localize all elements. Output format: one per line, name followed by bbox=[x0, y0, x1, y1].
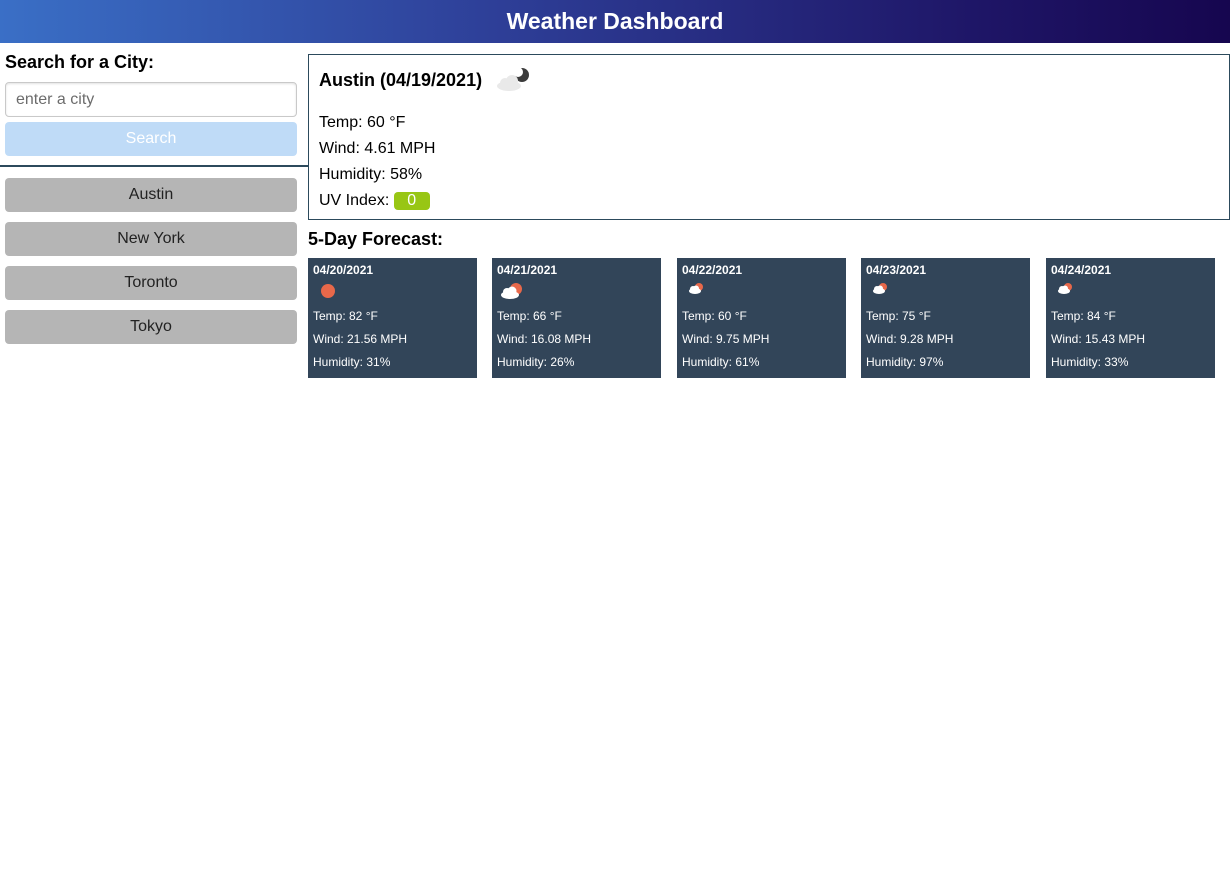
search-heading: Search for a City: bbox=[5, 52, 155, 72]
forecast-temp: Temp: 84 °F bbox=[1051, 309, 1116, 323]
current-wind: Wind: 4.61 MPH bbox=[319, 140, 436, 157]
history-city-austin[interactable]: Austin bbox=[5, 178, 297, 212]
current-humidity: Humidity: 58% bbox=[319, 166, 423, 183]
forecast-date: 04/22/2021 bbox=[682, 263, 743, 277]
current-temp: Temp: 60 °F bbox=[319, 114, 406, 131]
partly-cloudy-icon bbox=[501, 283, 522, 299]
forecast-wind: Wind: 16.08 MPH bbox=[497, 332, 592, 346]
uv-index-badge: 0 bbox=[393, 192, 430, 210]
forecast-temp: Temp: 82 °F bbox=[313, 309, 378, 323]
forecast-heading: 5-Day Forecast: bbox=[308, 229, 444, 249]
night-cloud-icon bbox=[497, 67, 529, 91]
forecast-date: 04/20/2021 bbox=[313, 263, 374, 277]
forecast-date: 04/21/2021 bbox=[497, 263, 558, 277]
forecast-temp: Temp: 60 °F bbox=[682, 309, 747, 323]
city-search-input[interactable] bbox=[5, 82, 297, 117]
current-city-title: Austin (04/19/2021) bbox=[319, 70, 483, 90]
forecast-humidity: Humidity: 33% bbox=[1051, 355, 1129, 369]
forecast-card: 04/22/2021 Temp: 60 °F Wind: 9.75 MPH Hu… bbox=[677, 258, 846, 378]
history-city-toronto[interactable]: Toronto bbox=[5, 266, 297, 300]
history-city-new-york[interactable]: New York bbox=[5, 222, 297, 256]
forecast-humidity: Humidity: 61% bbox=[682, 355, 760, 369]
forecast-card: 04/23/2021 Temp: 75 °F Wind: 9.28 MPH Hu… bbox=[861, 258, 1030, 378]
forecast-wind: Wind: 9.75 MPH bbox=[682, 332, 770, 346]
uv-index-label: UV Index: bbox=[319, 192, 390, 210]
forecast-wind: Wind: 9.28 MPH bbox=[866, 332, 954, 346]
forecast-date: 04/24/2021 bbox=[1051, 263, 1112, 277]
current-uv-row: UV Index: 0 bbox=[319, 192, 430, 210]
search-history-list: Austin New York Toronto Tokyo bbox=[5, 178, 297, 354]
forecast-temp: Temp: 66 °F bbox=[497, 309, 562, 323]
forecast-wind: Wind: 15.43 MPH bbox=[1051, 332, 1146, 346]
current-weather-panel: Austin (04/19/2021) Temp: 60 °F Wind: 4.… bbox=[308, 54, 1230, 220]
dashboard-layout: Search for a City: Search Austin New Yor… bbox=[0, 43, 1230, 875]
search-button[interactable]: Search bbox=[5, 122, 297, 156]
forecast-humidity: Humidity: 97% bbox=[866, 355, 944, 369]
sidebar-divider bbox=[0, 165, 308, 167]
partly-cloudy-icon bbox=[1058, 283, 1072, 294]
page-title: Weather Dashboard bbox=[506, 8, 724, 34]
forecast-humidity: Humidity: 26% bbox=[497, 355, 575, 369]
partly-cloudy-icon bbox=[689, 283, 703, 294]
forecast-temp: Temp: 75 °F bbox=[866, 309, 931, 323]
history-city-tokyo[interactable]: Tokyo bbox=[5, 310, 297, 344]
sun-icon bbox=[321, 284, 335, 298]
forecast-date: 04/23/2021 bbox=[866, 263, 927, 277]
forecast-card: 04/21/2021 Temp: 66 °F Wind: 16.08 MPH H… bbox=[492, 258, 661, 378]
forecast-wind: Wind: 21.56 MPH bbox=[313, 332, 408, 346]
partly-cloudy-icon bbox=[873, 283, 887, 294]
page-header: Weather Dashboard bbox=[0, 0, 1230, 43]
forecast-humidity: Humidity: 31% bbox=[313, 355, 391, 369]
forecast-card: 04/20/2021 Temp: 82 °F Wind: 21.56 MPH H… bbox=[308, 258, 477, 378]
forecast-card: 04/24/2021 Temp: 84 °F Wind: 15.43 MPH H… bbox=[1046, 258, 1215, 378]
